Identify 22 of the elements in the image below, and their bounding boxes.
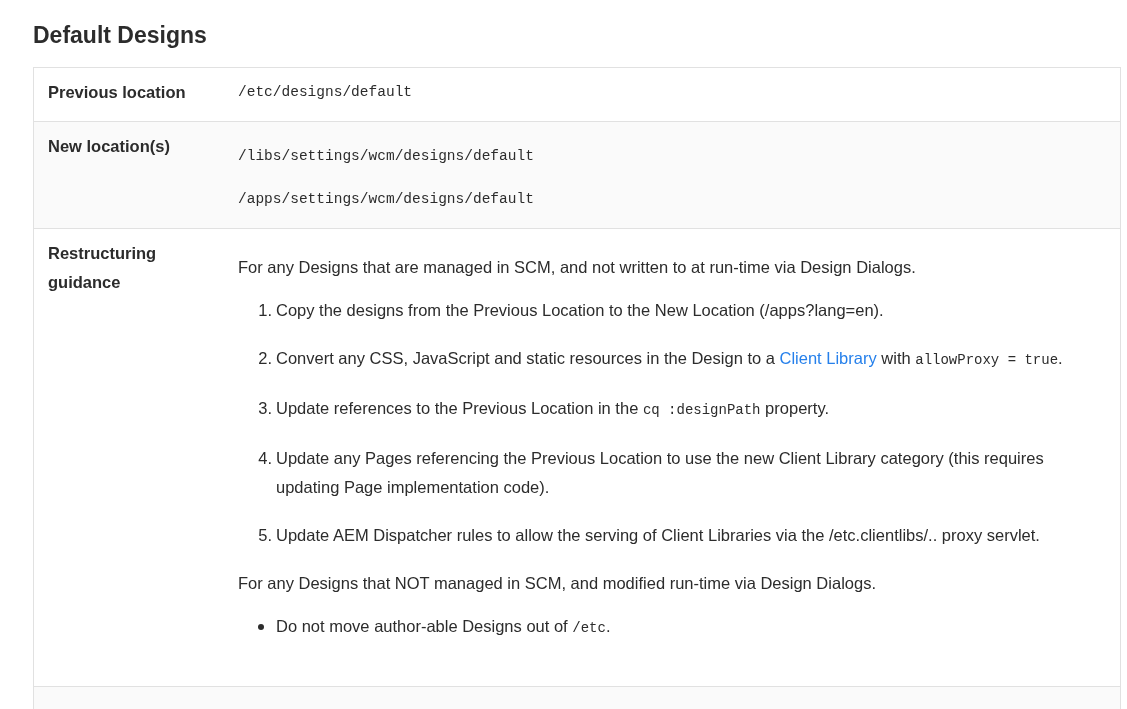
list-number: 3. xyxy=(257,398,273,419)
list-item-text: Update any Pages referencing the Previous Location to use the new Client Library category (this requires updating Page implementation code). xyxy=(276,448,1045,498)
list-item-text: Update AEM Dispatcher rules to allow the serving of Client Libraries via the /etc.clientlibs/.. proxy servlet. xyxy=(276,525,1041,546)
list-item-text: Do not move author-able Designs out of /etc. xyxy=(276,616,612,638)
list-item-text: Convert any CSS, JavaScript and static resources in the Design to a Client Library with allowProxy = true. xyxy=(276,348,1064,370)
path-text: /libs/settings/wcm/designs/default xyxy=(238,147,535,166)
link[interactable]: Client Library xyxy=(779,349,877,367)
paragraph: For any Designs that NOT managed in SCM, and modified run-time via Design Dialogs. xyxy=(238,573,877,594)
list-number: 5. xyxy=(257,525,273,546)
row-label: Restructuring guidance xyxy=(47,243,158,293)
row-label: New location(s) xyxy=(47,136,171,157)
list-number: 1. xyxy=(257,300,273,321)
bullet-icon xyxy=(258,623,264,630)
list-number: 4. xyxy=(257,448,273,469)
list-item-text: Copy the designs from the Previous Location to the New Location (/apps?lang=en). xyxy=(276,300,885,321)
paragraph: For any Designs that are managed in SCM, and not written to at run-time via Design Dialogs. xyxy=(238,257,917,278)
path-text: /etc/designs/default xyxy=(238,83,414,102)
list-item-text: Update references to the Previous Location in the cq :designPath property. xyxy=(276,398,830,420)
row-label: Previous location xyxy=(47,82,187,103)
page-heading: Default Designs xyxy=(33,21,208,50)
list-number: 2. xyxy=(257,348,273,369)
path-text: /apps/settings/wcm/designs/default xyxy=(238,190,535,209)
